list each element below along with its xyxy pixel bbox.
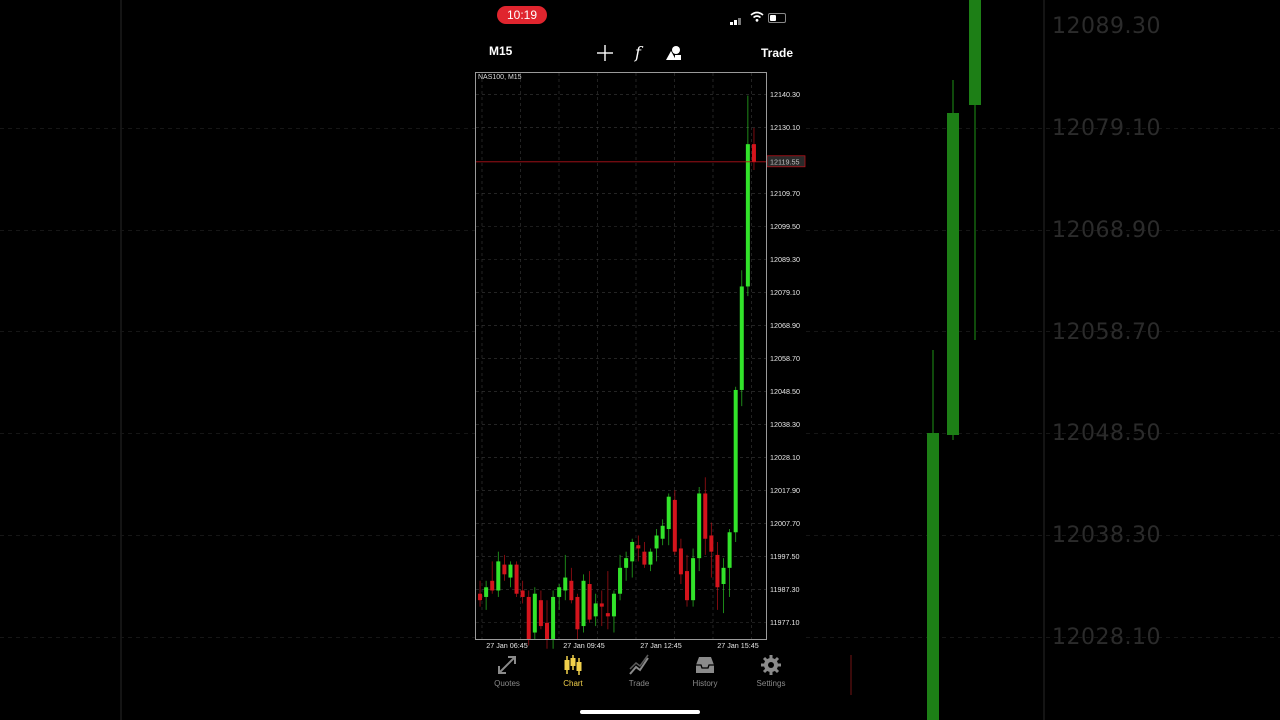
price-axis-label: 12079.10 [770,288,800,297]
backdrop-gridline [806,331,1280,332]
backdrop-candle [850,655,852,695]
backdrop-gridline [0,128,475,129]
status-time: 10:19 [497,6,547,24]
tab-label: Trade [628,679,650,688]
time-axis-label: 27 Jan 09:45 [563,641,605,650]
price-axis-label: 12007.70 [770,519,800,528]
backdrop-price-label: 12048.50 [1052,421,1161,446]
price-axis-label: 12099.50 [770,222,800,231]
backdrop-gridline [806,637,1280,638]
backdrop-gridline [806,230,1280,231]
backdrop-price-label: 12038.30 [1052,523,1161,548]
backdrop-gridline [806,433,1280,434]
home-indicator [580,710,700,714]
backdrop-gridline [0,433,475,434]
tab-history[interactable]: History [675,654,735,688]
history-icon [696,657,714,673]
phone-screen: 10:19 M15 f Trade 12140.30 12130.10 12109.… [475,0,806,720]
settings-icon [761,655,781,675]
tab-settings[interactable]: Settings [741,654,801,688]
chart-frame [475,72,767,640]
battery-icon [768,13,786,23]
bottom-tab-bar: Quotes Chart Trade History Settings [475,654,806,694]
tab-quotes[interactable]: Quotes [477,654,537,688]
backdrop-gridline [806,535,1280,536]
backdrop-price-label: 12058.70 [1052,320,1161,345]
backdrop-gridline [0,637,475,638]
signal-icon [730,22,733,25]
signal-icon [734,20,737,25]
function-icon[interactable]: f [631,44,649,62]
trade-icon [629,654,649,675]
wifi-icon [750,11,764,22]
status-icons [730,11,790,25]
bid-price-label: 12119.55 [770,157,799,166]
trade-button[interactable]: Trade [761,46,793,60]
backdrop-right: 12089.30 12079.10 12068.90 12058.70 1204… [806,0,1280,720]
chart-area[interactable]: 12140.30 12130.10 12109.70 12099.50 12089.30… [475,72,806,650]
price-axis-label: 12017.90 [770,486,800,495]
price-axis-label: 12038.30 [770,420,800,429]
price-axis-label: 11987.30 [770,585,799,594]
timeframe-selector[interactable]: M15 [489,44,512,58]
backdrop-gridline [120,0,122,720]
backdrop-gridline [0,331,475,332]
backdrop-price-label: 12028.10 [1052,625,1161,650]
backdrop-candle [927,433,939,720]
tab-label: History [692,679,718,688]
shapes-icon[interactable] [665,44,683,62]
tab-chart[interactable]: Chart [543,654,603,688]
tab-trade[interactable]: Trade [609,654,669,688]
svg-text:f: f [634,44,644,62]
price-axis-label: 11997.50 [770,552,799,561]
price-axis-label: 11977.10 [770,618,799,627]
tab-label: Settings [756,679,786,688]
crosshair-icon[interactable] [596,44,614,62]
chart-symbol-label: NAS100, M15 [478,74,522,81]
price-axis-label: 12058.70 [770,354,800,363]
price-axis-label: 12109.70 [770,189,800,198]
backdrop-price-label: 12089.30 [1052,14,1161,39]
time-axis-label: 27 Jan 15:45 [717,641,759,650]
price-axis-label: 12048.50 [770,387,800,396]
backdrop-left [0,0,475,720]
backdrop-price-label: 12079.10 [1052,116,1161,141]
signal-icon [738,18,741,25]
price-axis-label: 12130.10 [770,123,800,132]
time-axis-label: 27 Jan 12:45 [640,641,682,650]
quotes-icon [498,656,516,674]
backdrop-gridline [1043,0,1045,720]
price-axis-label: 12140.30 [770,90,800,99]
backdrop-price-label: 12068.90 [1052,218,1161,243]
time-axis-label: 27 Jan 06:45 [486,641,528,650]
backdrop-candle [947,113,959,435]
backdrop-gridline [0,230,475,231]
price-axis-label: 12068.90 [770,321,800,330]
tab-label: Chart [563,679,583,688]
chart-icon [564,655,582,675]
backdrop-gridline [806,128,1280,129]
backdrop-candle [969,0,981,105]
tab-label: Quotes [494,679,520,688]
price-axis-label: 12028.10 [770,453,800,462]
backdrop-gridline [0,535,475,536]
price-axis-label: 12089.30 [770,255,800,264]
